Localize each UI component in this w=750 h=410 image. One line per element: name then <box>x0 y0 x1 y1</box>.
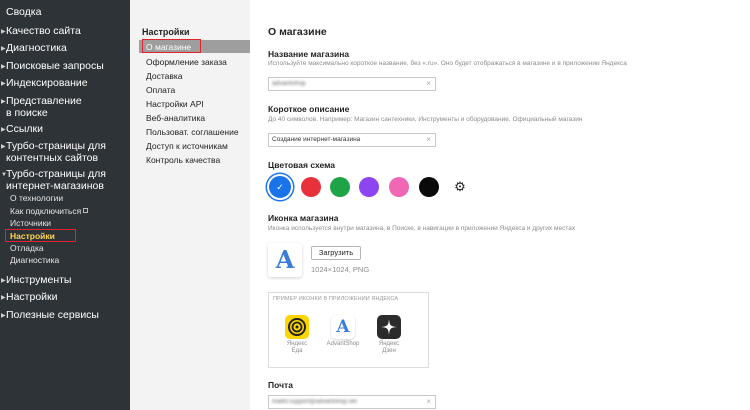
sidebar-subitem-about-tech[interactable]: О технологии <box>10 193 63 203</box>
highlight-box-settings <box>142 39 201 53</box>
settings-item-checkout[interactable]: Оформление заказа <box>146 57 227 67</box>
sidebar-item-indexing[interactable]: ▶Индексирование <box>0 77 130 90</box>
external-link-icon <box>83 208 89 213</box>
advantshop-logo-icon: A <box>275 245 295 274</box>
sidebar-item-label: Поисковые запросы <box>6 60 104 72</box>
yandex-eda-label: Яндекс Еда <box>286 341 308 354</box>
icon-size-note: 1024×1024, PNG <box>311 265 370 274</box>
email-input[interactable]: mailto:support@advantshop.net × <box>268 395 436 409</box>
sidebar-subitem-how-to-connect[interactable]: Как подключиться <box>10 206 89 216</box>
settings-item-quality-control[interactable]: Контроль качества <box>146 155 220 165</box>
sidebar-item-label: Полезные сервисы <box>6 309 99 321</box>
short-description-input[interactable]: Создание интернет-магазина × <box>268 133 436 147</box>
yandex-dzen-icon <box>377 315 401 339</box>
sidebar-item-label-line2: в поиске <box>6 107 48 119</box>
sidebar-item-label: Настройки <box>6 291 58 303</box>
sidebar-item-label: Качество сайта <box>6 25 81 37</box>
sidebar-item-search-queries[interactable]: ▶Поисковые запросы <box>0 60 130 73</box>
highlight-box-sidebar <box>5 229 76 242</box>
clear-icon[interactable]: × <box>426 78 431 90</box>
sidebar-item-turbo-content[interactable]: ▶Турбо-страницы для контентных сайтов <box>0 140 130 164</box>
email-value: mailto:support@advantshop.net <box>272 399 357 405</box>
sidebar-item-settings[interactable]: ▶Настройки <box>0 291 130 304</box>
sidebar-item-summary[interactable]: Сводка <box>6 6 136 18</box>
store-icon-hint: Иконка используется внутри магазина, в П… <box>268 225 576 232</box>
clear-icon[interactable]: × <box>426 134 431 146</box>
store-name-label: Название магазина <box>268 49 350 59</box>
sidebar-item-turbo-shops[interactable]: ▼Турбо-страницы для интернет-магазинов <box>0 168 130 192</box>
short-description-value: Создание интернет-магазина <box>272 136 361 143</box>
sidebar-item-label: Индексирование <box>6 77 88 89</box>
sidebar-subitem-sources[interactable]: Источники <box>10 218 51 228</box>
short-description-hint: До 40 символов. Например: Магазин сантех… <box>268 116 583 123</box>
yandex-eda-icon <box>285 315 309 339</box>
color-swatch[interactable] <box>389 177 409 197</box>
sidebar-item-label: Турбо-страницы для <box>6 168 106 180</box>
sidebar-item-label: Инструменты <box>6 274 72 286</box>
yandex-dzen-label: Яндекс Дзен <box>378 341 400 354</box>
check-icon: ✓ <box>276 181 284 192</box>
advantshop-preview-label: AdvantShop <box>326 341 360 347</box>
sidebar-item-tools[interactable]: ▶Инструменты <box>0 274 130 287</box>
email-label: Почта <box>268 380 293 390</box>
sidebar-item-label: Представление <box>6 95 82 107</box>
sidebar-item-label: Сводка <box>6 6 42 18</box>
main-sidebar: Сводка ▶Качество сайта ▶Диагностика ▶Пои… <box>0 0 130 410</box>
sidebar-item-label: Ссылки <box>6 123 43 135</box>
settings-item-user-agreement[interactable]: Пользоват. соглашение <box>146 127 239 137</box>
sidebar-item-site-quality[interactable]: ▶Качество сайта <box>0 25 130 38</box>
sidebar-item-label-line2: контентных сайтов <box>6 152 99 164</box>
sidebar-subitem-debug[interactable]: Отладка <box>10 243 44 253</box>
settings-menu-title: Настройки <box>142 27 190 37</box>
sidebar-item-search-appearance[interactable]: ▶Представление в поиске <box>0 95 130 119</box>
sidebar-subitem-diagnostics[interactable]: Диагностика <box>10 255 59 265</box>
color-swatch[interactable] <box>419 177 439 197</box>
settings-item-web-analytics[interactable]: Веб-аналитика <box>146 113 205 123</box>
color-swatch[interactable] <box>359 177 379 197</box>
sidebar-item-links[interactable]: ▶Ссылки <box>0 123 130 136</box>
page-title: О магазине <box>268 26 327 38</box>
short-description-label: Короткое описание <box>268 104 350 114</box>
sidebar-subitem-label: Как подключиться <box>10 206 82 216</box>
icon-preview-title: ПРИМЕР ИКОНКИ В ПРИЛОЖЕНИИ ЯНДЕКСА <box>273 296 399 302</box>
settings-item-delivery[interactable]: Доставка <box>146 71 183 81</box>
sidebar-item-label: Турбо-страницы для <box>6 140 106 152</box>
settings-item-source-access[interactable]: Доступ к источникам <box>146 141 228 151</box>
store-name-input[interactable]: advantshop × <box>268 77 436 91</box>
store-icon-label: Иконка магазина <box>268 213 339 223</box>
color-scheme-label: Цветовая схема <box>268 160 335 170</box>
advantshop-preview-icon: A <box>331 315 355 339</box>
store-name-hint: Используйте максимально короткое названи… <box>268 60 627 67</box>
color-swatch[interactable] <box>301 177 321 197</box>
color-swatch[interactable] <box>330 177 350 197</box>
gear-icon[interactable]: ⚙ <box>452 179 468 195</box>
color-swatch[interactable]: ✓ <box>267 174 293 200</box>
sidebar-item-label-line2: интернет-магазинов <box>6 180 104 192</box>
clear-icon[interactable]: × <box>426 396 431 408</box>
store-name-value: advantshop <box>272 80 306 87</box>
sidebar-item-useful-services[interactable]: ▶Полезные сервисы <box>0 309 130 322</box>
upload-button[interactable]: Загрузить <box>311 246 361 260</box>
sidebar-item-label: Диагностика <box>6 42 67 54</box>
store-logo: A <box>268 243 302 277</box>
settings-item-payment[interactable]: Оплата <box>146 85 175 95</box>
icon-preview-panel: ПРИМЕР ИКОНКИ В ПРИЛОЖЕНИИ ЯНДЕКСА Яндек… <box>268 292 429 368</box>
sidebar-item-diagnostics[interactable]: ▶Диагностика <box>0 42 130 55</box>
settings-item-api[interactable]: Настройки API <box>146 99 204 109</box>
